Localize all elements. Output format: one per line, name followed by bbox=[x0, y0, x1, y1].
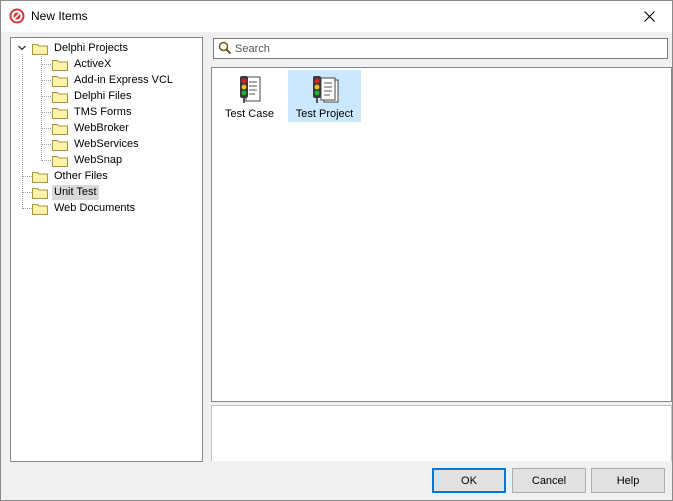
tree-connector bbox=[41, 64, 51, 65]
cancel-button[interactable]: Cancel bbox=[512, 468, 586, 493]
close-button[interactable] bbox=[626, 1, 672, 32]
tree-item-unit-test[interactable]: Unit Test bbox=[32, 184, 99, 200]
tree-item-label: Other Files bbox=[54, 169, 108, 182]
tree-item-label: WebServices bbox=[74, 137, 139, 150]
window-title: New Items bbox=[31, 9, 88, 23]
tree-item-delphi-files[interactable]: Delphi Files bbox=[52, 88, 133, 104]
folder-icon bbox=[52, 155, 68, 167]
tree-connector bbox=[41, 128, 51, 129]
tree-item-label: ActiveX bbox=[74, 57, 112, 70]
chevron-down-icon[interactable] bbox=[17, 43, 27, 53]
tree-item-other-files[interactable]: Other Files bbox=[32, 168, 110, 184]
category-tree[interactable]: Delphi Projects ActiveX Add-in Express V… bbox=[10, 37, 203, 462]
item-test-project[interactable]: Test Project bbox=[288, 70, 361, 122]
tree-item-webservices[interactable]: WebServices bbox=[52, 136, 141, 152]
folder-icon bbox=[52, 91, 68, 103]
tree-item-label: TMS Forms bbox=[74, 105, 132, 118]
tree-item-label: WebBroker bbox=[74, 121, 129, 134]
tree-connector bbox=[22, 176, 32, 177]
tree-item-label: Delphi Files bbox=[74, 89, 132, 102]
description-pane bbox=[211, 405, 672, 461]
folder-icon bbox=[52, 75, 68, 87]
search-icon bbox=[218, 41, 232, 55]
tree-connector bbox=[22, 54, 23, 209]
folder-icon bbox=[52, 59, 68, 71]
title-bar[interactable]: New Items bbox=[1, 1, 672, 32]
close-icon bbox=[643, 11, 655, 22]
tree-item-label: WebSnap bbox=[74, 153, 123, 166]
tree-connector bbox=[41, 160, 51, 161]
tree-item-delphi-projects[interactable]: Delphi Projects bbox=[32, 40, 130, 56]
ok-button[interactable]: OK bbox=[432, 468, 506, 493]
tree-connector bbox=[22, 208, 32, 209]
tree-item-tms-forms[interactable]: TMS Forms bbox=[52, 104, 133, 120]
tree-item-webbroker[interactable]: WebBroker bbox=[52, 120, 131, 136]
new-items-dialog: New Items Delphi Projects ActiveX Add-in… bbox=[0, 0, 673, 501]
folder-icon bbox=[52, 139, 68, 151]
search-box[interactable] bbox=[213, 38, 668, 59]
tree-connector bbox=[41, 96, 51, 97]
tree-connector bbox=[41, 80, 51, 81]
tree-item-add-in-express-vcl[interactable]: Add-in Express VCL bbox=[52, 72, 175, 88]
folder-icon bbox=[52, 123, 68, 135]
folder-icon bbox=[32, 171, 48, 183]
items-list[interactable]: Test Case Test Project bbox=[211, 67, 672, 402]
help-button[interactable]: Help bbox=[591, 468, 665, 493]
folder-icon bbox=[32, 43, 48, 55]
folder-icon bbox=[32, 187, 48, 199]
tree-item-label: Unit Test bbox=[52, 184, 99, 200]
search-input[interactable] bbox=[235, 39, 655, 58]
item-label: Test Case bbox=[225, 108, 274, 120]
item-test-case[interactable]: Test Case bbox=[222, 70, 277, 122]
tree-item-web-documents[interactable]: Web Documents bbox=[32, 200, 137, 216]
tree-item-label: Add-in Express VCL bbox=[74, 73, 174, 86]
tree-connector bbox=[41, 144, 51, 145]
tree-item-websnap[interactable]: WebSnap bbox=[52, 152, 124, 168]
folder-icon bbox=[52, 107, 68, 119]
app-icon bbox=[9, 8, 25, 24]
item-label: Test Project bbox=[295, 108, 354, 120]
tree-connector bbox=[22, 192, 32, 193]
tree-item-activex[interactable]: ActiveX bbox=[52, 56, 113, 72]
tree-item-label: Delphi Projects bbox=[54, 41, 128, 54]
tree-item-label: Web Documents bbox=[54, 201, 136, 214]
test-case-icon bbox=[239, 76, 260, 103]
test-project-icon bbox=[312, 76, 338, 103]
folder-icon bbox=[32, 203, 48, 215]
tree-connector bbox=[41, 112, 51, 113]
